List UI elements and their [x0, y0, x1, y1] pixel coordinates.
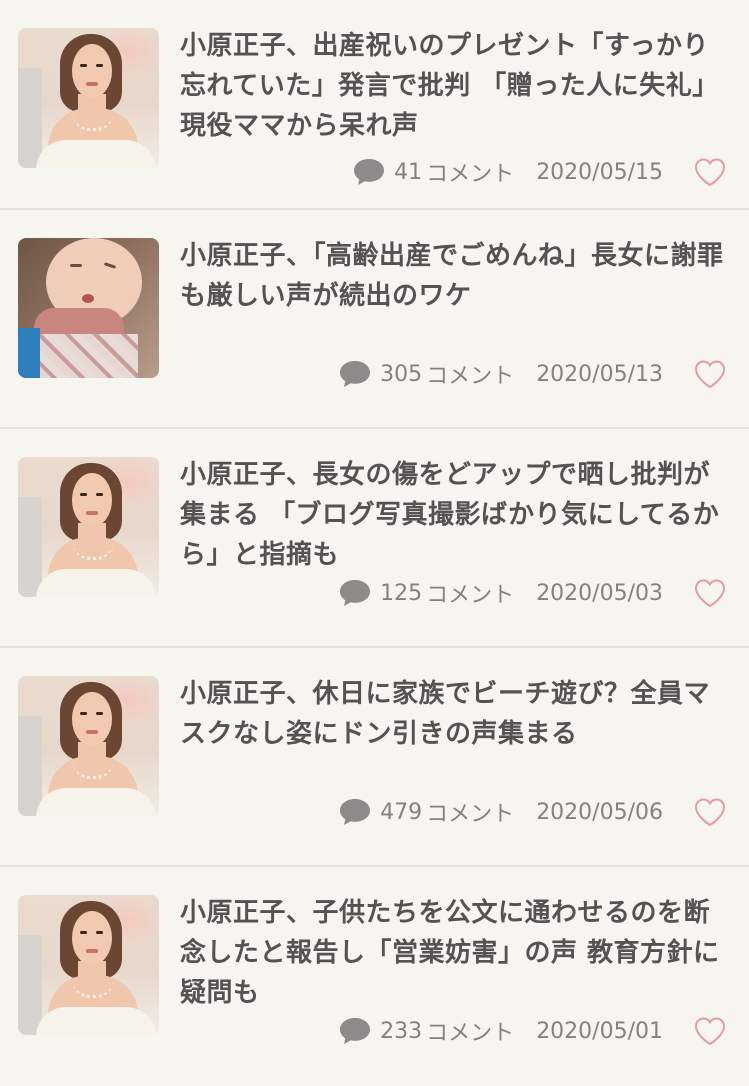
heart-outline-icon[interactable]: [693, 1015, 727, 1047]
comment-label: コメント: [426, 802, 515, 827]
article-thumbnail[interactable]: [18, 895, 159, 1035]
article-title[interactable]: 小原正子、長女の傷をどアップで晒し批判が集まる 「ブログ写真撮影ばかり気にしてる…: [180, 455, 730, 575]
article-meta: 479 コメント 2020/05/06: [338, 794, 727, 830]
article-item[interactable]: 小原正子、出産祝いのプレゼント「すっかり忘れていた」発言で批判 「贈った人に失礼…: [0, 0, 749, 210]
article-item[interactable]: 小原正子、「高齢出産でごめんね」長女に謝罪も厳しい声が続出のワケ 305 コメン…: [0, 210, 749, 429]
comment-count: 125: [380, 580, 423, 606]
article-meta: 41 コメント 2020/05/15: [352, 154, 727, 190]
comment-label: コメント: [426, 1021, 515, 1046]
article-meta: 305 コメント 2020/05/13: [338, 356, 727, 392]
comment-count: 305: [380, 361, 423, 387]
article-thumbnail[interactable]: [18, 28, 159, 168]
speech-bubble-icon[interactable]: [338, 359, 372, 389]
article-title[interactable]: 小原正子、休日に家族でビーチ遊び？全員マスクなし姿にドン引きの声集まる: [180, 674, 730, 754]
article-date: 2020/05/01: [536, 1018, 663, 1044]
article-date: 2020/05/13: [536, 361, 663, 387]
article-title[interactable]: 小原正子、「高齢出産でごめんね」長女に謝罪も厳しい声が続出のワケ: [180, 236, 730, 316]
comment-label: コメント: [426, 364, 515, 389]
speech-bubble-icon[interactable]: [338, 797, 372, 827]
speech-bubble-icon[interactable]: [338, 1016, 372, 1046]
article-meta: 125 コメント 2020/05/03: [338, 575, 727, 611]
speech-bubble-icon[interactable]: [352, 157, 386, 187]
article-date: 2020/05/03: [536, 580, 663, 606]
article-date: 2020/05/15: [536, 159, 663, 185]
comment-label: コメント: [426, 162, 515, 187]
comment-count: 41: [394, 159, 423, 185]
comment-label: コメント: [426, 583, 515, 608]
heart-outline-icon[interactable]: [693, 156, 727, 188]
article-thumbnail[interactable]: [18, 238, 159, 378]
article-meta: 233 コメント 2020/05/01: [338, 1013, 727, 1049]
article-item[interactable]: 小原正子、長女の傷をどアップで晒し批判が集まる 「ブログ写真撮影ばかり気にしてる…: [0, 429, 749, 648]
article-thumbnail[interactable]: [18, 676, 159, 816]
article-item[interactable]: 小原正子、子供たちを公文に通わせるのを断念したと報告し「営業妨害」の声 教育方針…: [0, 867, 749, 1086]
article-date: 2020/05/06: [536, 799, 663, 825]
comment-count: 233: [380, 1018, 423, 1044]
article-item[interactable]: 小原正子、休日に家族でビーチ遊び？全員マスクなし姿にドン引きの声集まる 479 …: [0, 648, 749, 867]
article-list: 小原正子、出産祝いのプレゼント「すっかり忘れていた」発言で批判 「贈った人に失礼…: [0, 0, 749, 1086]
heart-outline-icon[interactable]: [693, 796, 727, 828]
article-title[interactable]: 小原正子、出産祝いのプレゼント「すっかり忘れていた」発言で批判 「贈った人に失礼…: [180, 26, 730, 146]
article-thumbnail[interactable]: [18, 457, 159, 597]
heart-outline-icon[interactable]: [693, 577, 727, 609]
speech-bubble-icon[interactable]: [338, 578, 372, 608]
article-title[interactable]: 小原正子、子供たちを公文に通わせるのを断念したと報告し「営業妨害」の声 教育方針…: [180, 893, 730, 1013]
comment-count: 479: [380, 799, 423, 825]
heart-outline-icon[interactable]: [693, 358, 727, 390]
